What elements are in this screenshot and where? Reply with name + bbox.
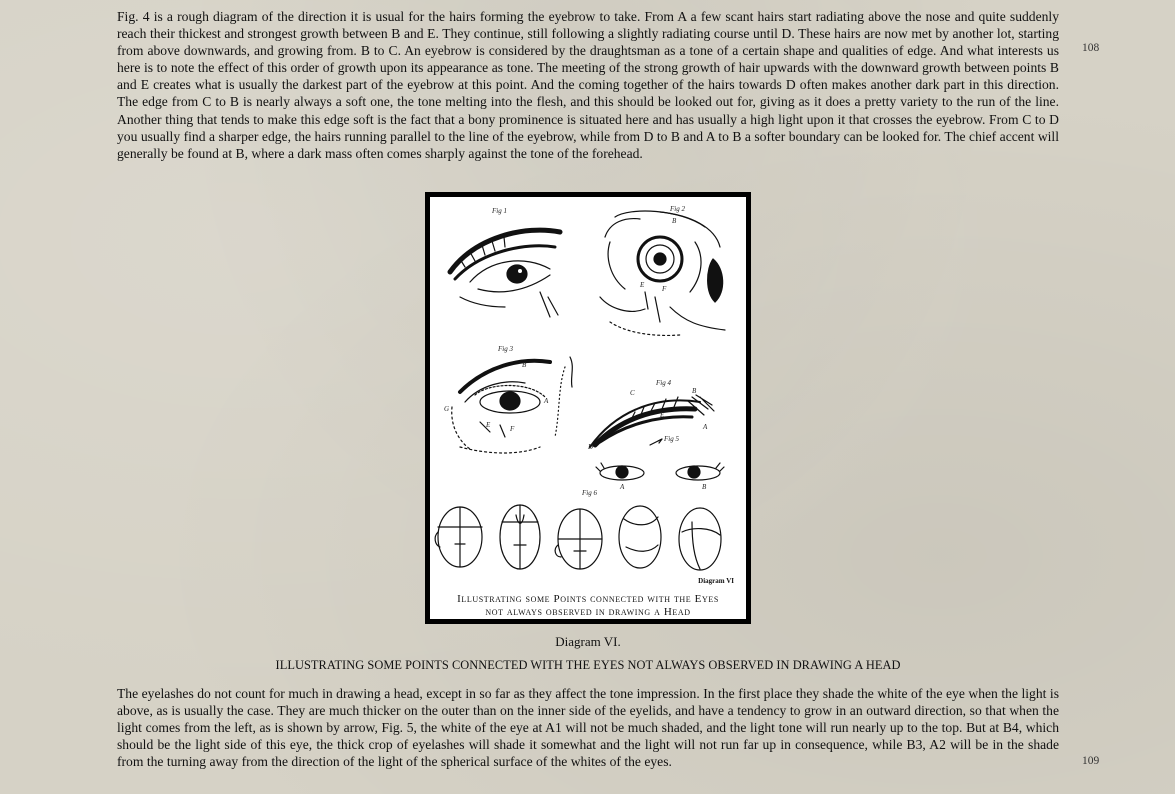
fig2-letter-f: F: [662, 285, 667, 293]
fig4-letter-a: A: [703, 423, 708, 431]
plate-caption-line2: not always observed in drawing a Head: [485, 606, 691, 618]
fig4-letter-e: E: [660, 411, 665, 419]
caption-text: ILLUSTRATING SOME POINTS CONNECTED WITH …: [275, 658, 901, 672]
fig3-letter-f: F: [510, 425, 515, 433]
fig5-label: Fig 5: [664, 435, 679, 443]
diagram-plate: Fig 1 Fig 2 B E F Fig 3 B G A E F Fig 4 …: [425, 192, 751, 624]
fig3-letter-b: B: [522, 361, 527, 369]
fig1-eye-drawing: [447, 227, 563, 318]
plate-label: Diagram VI: [698, 577, 734, 585]
fig5-letter-a: A: [620, 483, 625, 491]
fig5-eyes-drawing: [595, 438, 725, 481]
fig3-letter-g: G: [444, 405, 450, 413]
fig4-letter-b: B: [692, 387, 697, 395]
fig3-eye-construction: [451, 356, 573, 454]
page-number-bottom: 109: [1082, 755, 1100, 767]
fig4-label: Fig 4: [656, 379, 671, 387]
fig4-eyebrow-drawing: [589, 394, 715, 448]
diagram-illustration: [434, 210, 726, 571]
fig3-label: Fig 3: [498, 345, 513, 353]
fig2-letter-b: B: [672, 217, 677, 225]
body-paragraph-bottom: The eyelashes do not count for much in d…: [117, 686, 1059, 770]
fig4-letter-c: C: [630, 389, 635, 397]
caption-title: Diagram VI.: [555, 634, 621, 649]
fig6-label: Fig 6: [582, 489, 597, 497]
page-number-top: 108: [1082, 42, 1100, 54]
fig4-letter-d: D: [588, 443, 594, 451]
plate-caption-line1: Illustrating some Points connected with …: [457, 593, 719, 605]
fig3-letter-e: E: [486, 421, 491, 429]
fig2-skull-drawing: [599, 210, 726, 337]
fig6-head-outlines: [434, 504, 722, 571]
fig2-label: Fig 2: [670, 205, 685, 213]
fig5-letter-b: B: [702, 483, 707, 491]
fig1-label: Fig 1: [492, 207, 507, 215]
fig2-letter-e: E: [640, 281, 645, 289]
body-paragraph-top: Fig. 4 is a rough diagram of the directi…: [117, 9, 1059, 161]
fig3-letter-a: A: [544, 397, 549, 405]
